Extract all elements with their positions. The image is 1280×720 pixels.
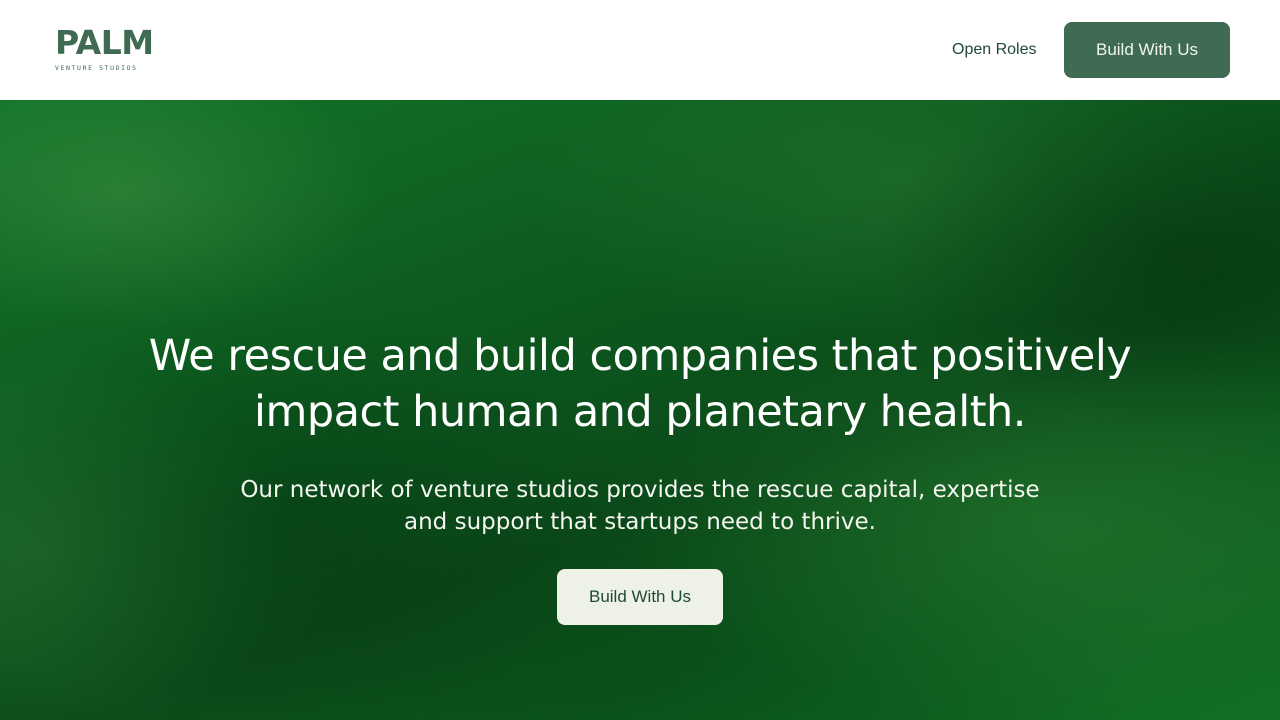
palm-logo[interactable]: PALM VENTURE STUDIOS	[55, 26, 155, 76]
logo-tagline: VENTURE STUDIOS	[55, 64, 138, 72]
open-roles-link[interactable]: Open Roles	[952, 38, 1037, 62]
site-header: PALM VENTURE STUDIOS Open Roles Build Wi…	[0, 0, 1280, 100]
logo-wordmark: PALM	[55, 23, 154, 62]
hero-build-with-us-button[interactable]: Build With Us	[557, 569, 723, 625]
hero-content: We rescue and build companies that posit…	[0, 328, 1280, 625]
hero-subtitle: Our network of venture studios provides …	[240, 477, 1040, 535]
hero-section: We rescue and build companies that posit…	[0, 100, 1280, 720]
build-with-us-button[interactable]: Build With Us	[1064, 22, 1230, 78]
hero-title: We rescue and build companies that posit…	[148, 331, 1132, 437]
